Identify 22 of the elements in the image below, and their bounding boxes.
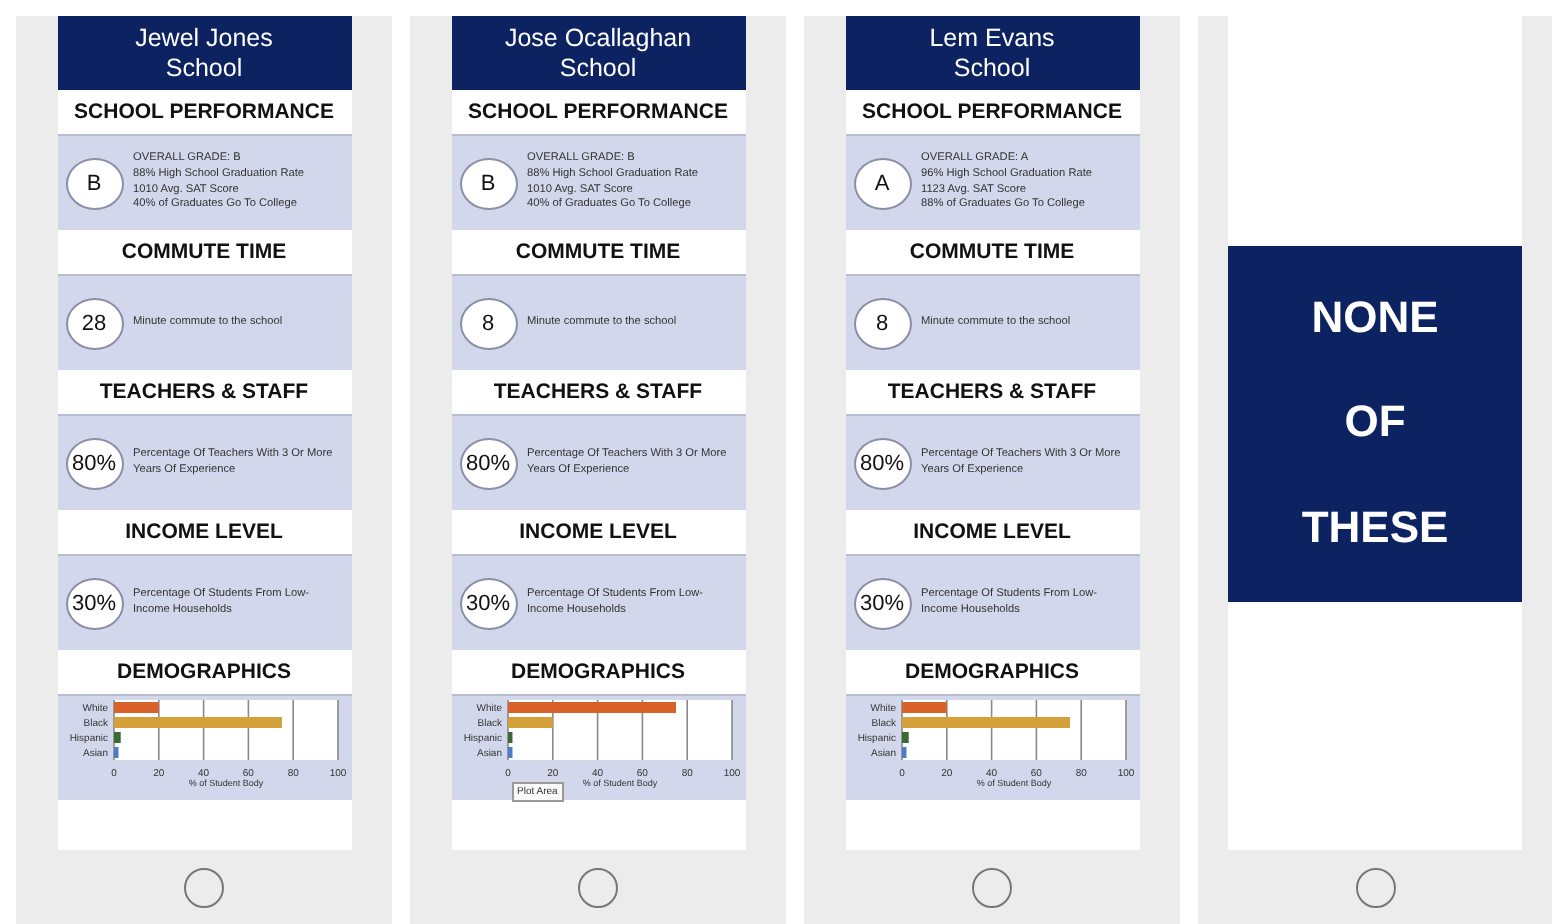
school-title: Jose Ocallaghan School: [451, 16, 745, 90]
stat-value: 30%: [853, 577, 911, 629]
stat-value: 8: [459, 297, 517, 349]
stat-value: 8: [853, 297, 911, 349]
school-title: Lem Evans School: [845, 16, 1139, 90]
stat-value: 30%: [65, 577, 123, 629]
none-option-text: NONE: [1311, 291, 1439, 344]
stat-value: 80%: [459, 437, 517, 489]
stat-value: 30%: [459, 577, 517, 629]
none-option-text: OF: [1344, 396, 1406, 449]
select-radio[interactable]: [184, 868, 224, 908]
select-radio[interactable]: [1355, 868, 1395, 908]
stat-value: B: [459, 157, 517, 209]
select-radio[interactable]: [578, 868, 618, 908]
stat-value: 80%: [65, 437, 123, 489]
select-radio[interactable]: [972, 868, 1012, 908]
school-title: Jewel Jones School: [57, 16, 351, 90]
stat-value: A: [853, 157, 911, 209]
stat-value: B: [65, 157, 123, 209]
stat-value: 80%: [853, 437, 911, 489]
none-option-text: THESE: [1301, 502, 1449, 555]
stat-value: 28: [65, 297, 123, 349]
